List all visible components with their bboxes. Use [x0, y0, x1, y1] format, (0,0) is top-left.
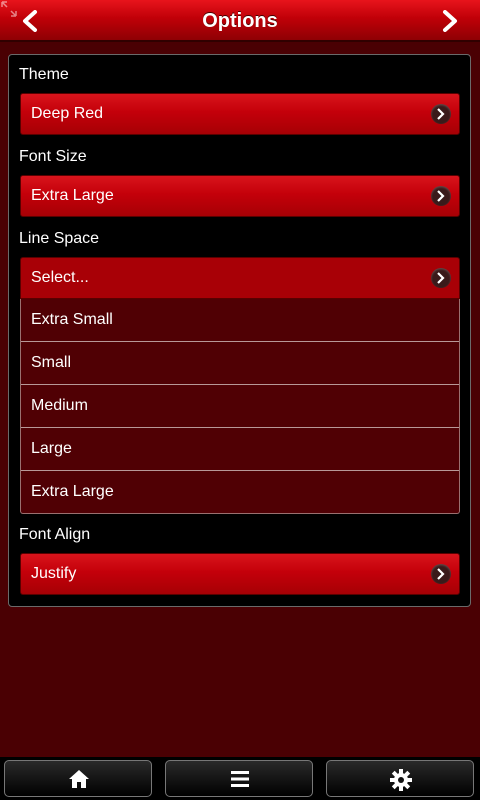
home-icon: [69, 770, 89, 788]
chevron-right-icon: [431, 268, 451, 288]
chevron-right-icon: [431, 186, 451, 206]
header-bar: Options: [0, 0, 480, 42]
option-extra-large[interactable]: Extra Large: [21, 470, 459, 513]
theme-label: Theme: [19, 66, 69, 83]
font-align-value: Justify: [31, 565, 77, 582]
chevron-right-icon: [431, 104, 451, 124]
font-size-select[interactable]: Extra Large: [20, 175, 460, 217]
forward-button[interactable]: [420, 0, 480, 42]
chevron-right-icon: [443, 10, 457, 32]
option-extra-small[interactable]: Extra Small: [21, 299, 459, 341]
font-align-label: Font Align: [19, 526, 91, 543]
page-title: Options: [202, 10, 278, 32]
font-align-select[interactable]: Justify: [20, 553, 460, 595]
theme-select[interactable]: Deep Red: [20, 93, 460, 135]
menu-icon: [231, 771, 249, 787]
font-size-value: Extra Large: [31, 187, 114, 204]
menu-tab[interactable]: [165, 760, 313, 797]
line-space-options: Extra Small Small Medium Large Extra Lar…: [20, 299, 460, 514]
line-space-label: Line Space: [19, 230, 100, 247]
theme-value: Deep Red: [31, 105, 104, 122]
bottom-tab-bar: [0, 757, 480, 800]
option-medium[interactable]: Medium: [21, 384, 459, 427]
gear-icon: [390, 769, 412, 791]
home-tab[interactable]: [4, 760, 152, 797]
settings-tab[interactable]: [326, 760, 474, 797]
chevron-right-icon: [431, 564, 451, 584]
line-space-value: Select...: [31, 269, 89, 286]
option-large[interactable]: Large: [21, 427, 459, 470]
option-small[interactable]: Small: [21, 341, 459, 384]
font-size-label: Font Size: [19, 148, 87, 165]
line-space-select[interactable]: Select...: [20, 257, 460, 299]
